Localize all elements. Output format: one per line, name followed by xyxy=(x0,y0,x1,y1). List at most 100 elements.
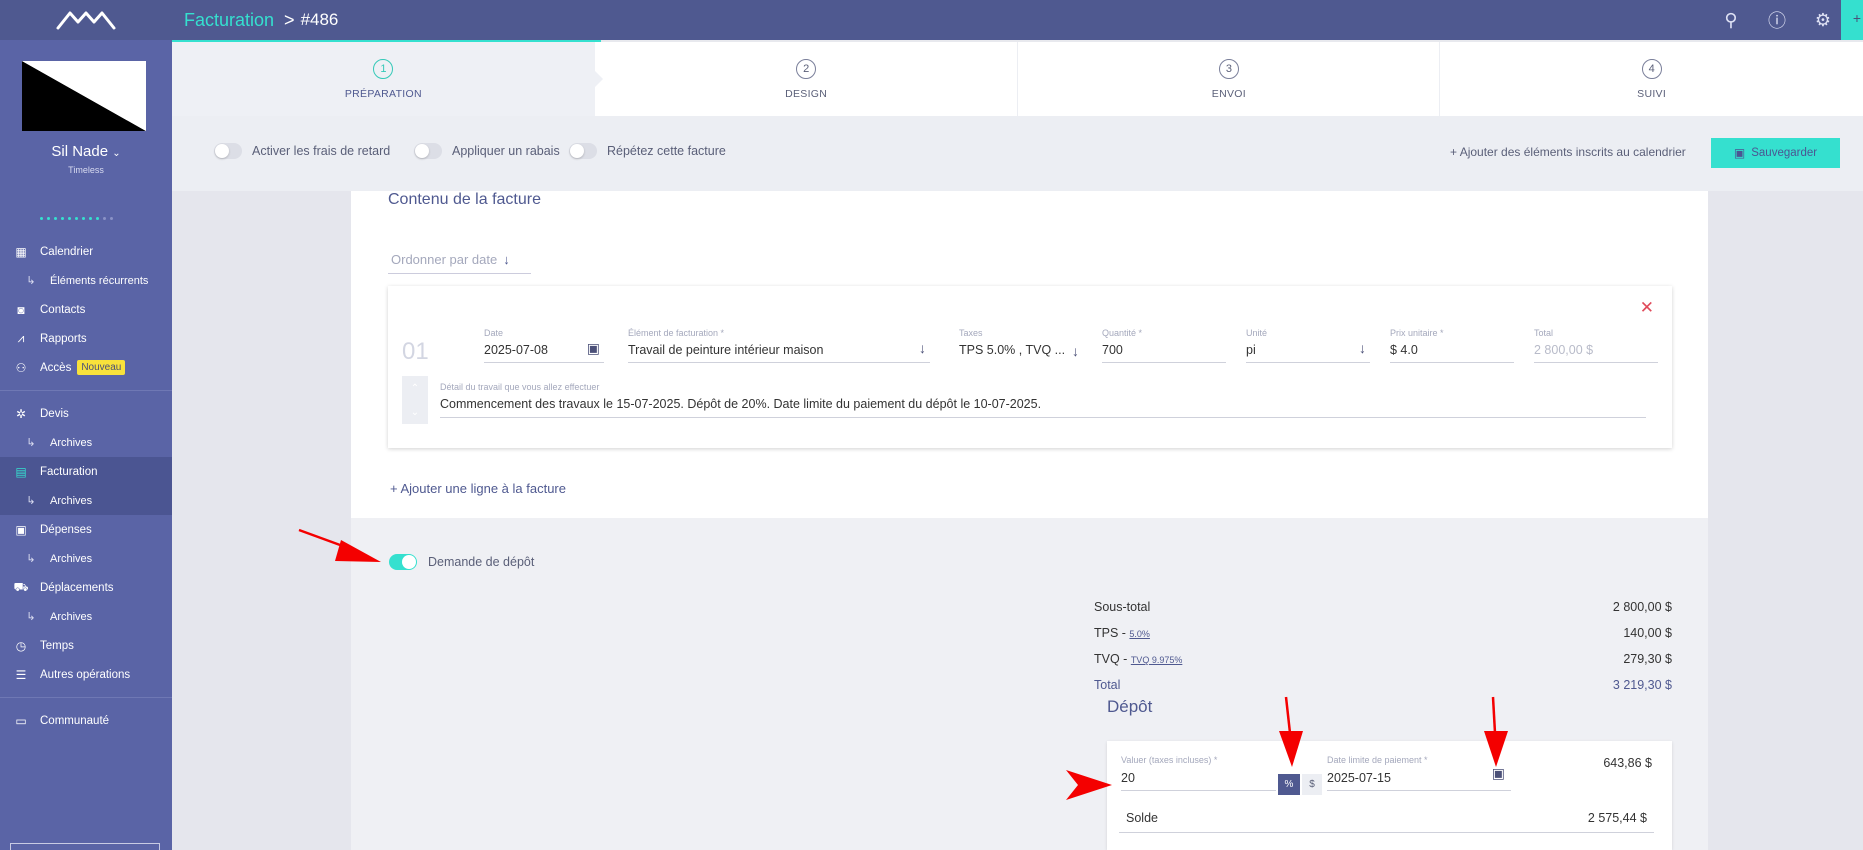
sidebar-item-temps[interactable]: ◷ Temps xyxy=(0,631,172,660)
tab-design[interactable]: 2 DESIGN xyxy=(594,42,1018,116)
sidebar-item-facturation[interactable]: ▤ Facturation xyxy=(0,457,172,486)
billing-item-select[interactable]: Élément de facturation * Travail de pein… xyxy=(628,328,930,363)
late-fees-toggle[interactable]: Activer les frais de retard xyxy=(214,143,390,159)
sidebar: Sil Nade ⌄ Timeless ▦ Calendrier ↳ Élément… xyxy=(0,0,172,850)
deposit-value-input[interactable]: Valuer (taxes incluses) * 20 xyxy=(1121,755,1276,791)
contacts-icon: ◙ xyxy=(17,302,25,317)
invoice-line: ✕ 01 Date 2025-07-08 ▣ Élément de factura… xyxy=(388,286,1672,448)
sidebar-item-deplacements[interactable]: ⛟ Déplacements xyxy=(0,573,172,602)
sidebar-item-acces[interactable]: ⚇ Accès Nouveau xyxy=(0,353,172,382)
chevron-up-icon[interactable]: ⌃ xyxy=(411,383,419,394)
toggle-switch[interactable] xyxy=(214,143,242,159)
add-button[interactable]: + xyxy=(1841,0,1863,40)
devis-icon: ✲ xyxy=(15,406,27,421)
unit-select[interactable]: Unité pi ↓ xyxy=(1246,328,1370,363)
logo-icon xyxy=(56,11,116,30)
chevron-down-icon: ⌄ xyxy=(112,148,121,159)
sidebar-item-depenses[interactable]: ▣ Dépenses xyxy=(0,515,172,544)
tps-rate-link[interactable]: 5.0% xyxy=(1129,629,1150,639)
sidebar-item-deplacements-archives[interactable]: ↳ Archives xyxy=(0,602,172,631)
add-calendar-items-link[interactable]: + Ajouter des éléments inscrits au calen… xyxy=(1450,145,1686,159)
line-total: Total 2 800,00 $ xyxy=(1534,328,1658,363)
sub-arrow-icon: ↳ xyxy=(26,611,36,623)
calendar-icon[interactable]: ▣ xyxy=(1492,765,1505,782)
quantity-input[interactable]: Quantité * 700 xyxy=(1102,328,1226,363)
sidebar-item-devis[interactable]: ✲ Devis xyxy=(0,399,172,428)
sidebar-nav: ▦ Calendrier ↳ Éléments récurrents ◙ Contac… xyxy=(0,237,172,735)
progress-dots xyxy=(40,217,113,220)
add-line-link[interactable]: + Ajouter une ligne à la facture xyxy=(390,481,566,496)
arrow-down-icon: ↓ xyxy=(1359,340,1366,356)
sidebar-bottom-box xyxy=(10,843,160,850)
arrow-down-icon: ↓ xyxy=(503,252,510,267)
save-icon: ▣ xyxy=(1733,146,1746,160)
calendar-icon[interactable]: ▣ xyxy=(587,340,600,357)
calendar-icon: ▦ xyxy=(15,244,27,259)
sidebar-item-facturation-archives[interactable]: ↳ Archives xyxy=(0,486,172,515)
line-number: 01 xyxy=(402,338,429,365)
deposit-card: Valuer (taxes incluses) * 20 % $ Date li… xyxy=(1107,741,1672,850)
car-icon: ⛟ xyxy=(13,579,29,594)
tab-preparation[interactable]: 1 PRÉPARATION xyxy=(172,42,603,116)
totals-summary: Sous-total 2 800,00 $ TPS - 5.0% 140,00 $ … xyxy=(1094,594,1672,698)
search-icon[interactable]: ⚲ xyxy=(1719,10,1743,31)
discount-toggle[interactable]: Appliquer un rabais xyxy=(414,143,560,159)
step-tabs: 1 PRÉPARATION 2 DESIGN 3 ENVOI 4 SUIVI xyxy=(172,42,1863,116)
breadcrumb-facturation[interactable]: Facturation xyxy=(184,10,274,31)
toggle-switch-on[interactable] xyxy=(389,554,417,570)
deposit-request-toggle[interactable]: Demande de dépôt xyxy=(389,554,534,570)
sidebar-item-communaute[interactable]: ▭ Communauté xyxy=(0,706,172,735)
gear-icon[interactable]: ⚙ xyxy=(1811,10,1835,31)
percent-button[interactable]: % xyxy=(1278,774,1300,795)
sub-arrow-icon: ↳ xyxy=(26,495,36,507)
sidebar-item-calendrier[interactable]: ▦ Calendrier xyxy=(0,237,172,266)
invoice-icon: ▤ xyxy=(15,464,27,479)
balance-row: Solde 2 575,44 $ xyxy=(1119,803,1654,833)
subtotal-row: Sous-total 2 800,00 $ xyxy=(1094,600,1672,614)
wallet-icon: ▣ xyxy=(15,522,27,537)
tab-suivi[interactable]: 4 SUIVI xyxy=(1440,42,1863,116)
timer-icon: ◷ xyxy=(15,638,27,653)
sidebar-item-devis-archives[interactable]: ↳ Archives xyxy=(0,428,172,457)
app-logo[interactable] xyxy=(0,0,172,40)
work-detail-input[interactable]: Détail du travail que vous allez effectu… xyxy=(440,382,1646,418)
help-icon[interactable]: ⓘ xyxy=(1765,7,1789,33)
dollar-button[interactable]: $ xyxy=(1302,774,1322,795)
sidebar-item-rapports[interactable]: ⩘ Rapports xyxy=(0,324,172,353)
reorder-stepper[interactable]: ⌃ ⌄ xyxy=(402,376,428,424)
sidebar-item-elements-recurrents[interactable]: ↳ Éléments récurrents xyxy=(0,266,172,295)
sort-dropdown[interactable]: Ordonner par date ↓ xyxy=(388,250,531,274)
arrow-down-icon: ↓ xyxy=(1072,343,1079,359)
taxes-select[interactable]: Taxes TPS 5.0% , TVQ ... ↓ xyxy=(959,328,1083,362)
close-icon[interactable]: ✕ xyxy=(1640,298,1654,318)
sliders-icon: ☰ xyxy=(15,667,27,682)
chevron-down-icon[interactable]: ⌄ xyxy=(411,407,419,418)
users-icon: ⚇ xyxy=(15,360,27,375)
new-badge: Nouveau xyxy=(77,360,126,375)
chart-icon: ⩘ xyxy=(17,331,25,345)
section-title: Contenu de la facture xyxy=(388,191,541,208)
sidebar-item-contacts[interactable]: ◙ Contacts xyxy=(0,295,172,324)
tps-row: TPS - 5.0% 140,00 $ xyxy=(1094,626,1672,640)
sub-arrow-icon: ↳ xyxy=(26,553,36,565)
user-org: Timeless xyxy=(68,165,104,175)
repeat-toggle[interactable]: Répétez cette facture xyxy=(569,143,726,159)
deposit-title: Dépôt xyxy=(1107,697,1153,716)
tvq-rate-link[interactable]: TVQ 9.975% xyxy=(1131,655,1183,665)
deposit-due-date-input[interactable]: Date limite de paiement * 2025-07-15 ▣ xyxy=(1327,755,1511,791)
sidebar-item-depenses-archives[interactable]: ↳ Archives xyxy=(0,544,172,573)
unit-price-input[interactable]: Prix unitaire * $ 4.0 xyxy=(1390,328,1514,363)
save-button[interactable]: ▣ Sauvegarder xyxy=(1711,138,1840,168)
breadcrumb-invoice: #486 xyxy=(300,10,339,29)
toggle-switch[interactable] xyxy=(414,143,442,159)
date-field[interactable]: Date 2025-07-08 ▣ xyxy=(484,328,604,363)
sidebar-item-autres-operations[interactable]: ☰ Autres opérations xyxy=(0,660,172,689)
sub-arrow-icon: ↳ xyxy=(26,437,36,449)
toggle-switch[interactable] xyxy=(569,143,597,159)
tab-envoi[interactable]: 3 ENVOI xyxy=(1017,42,1441,116)
chat-icon: ▭ xyxy=(15,713,27,728)
user-name-dropdown[interactable]: Sil Nade ⌄ xyxy=(0,143,172,160)
deposit-amount: 643,86 $ xyxy=(1603,756,1652,770)
plus-icon: + xyxy=(390,481,398,496)
avatar[interactable] xyxy=(22,61,146,131)
